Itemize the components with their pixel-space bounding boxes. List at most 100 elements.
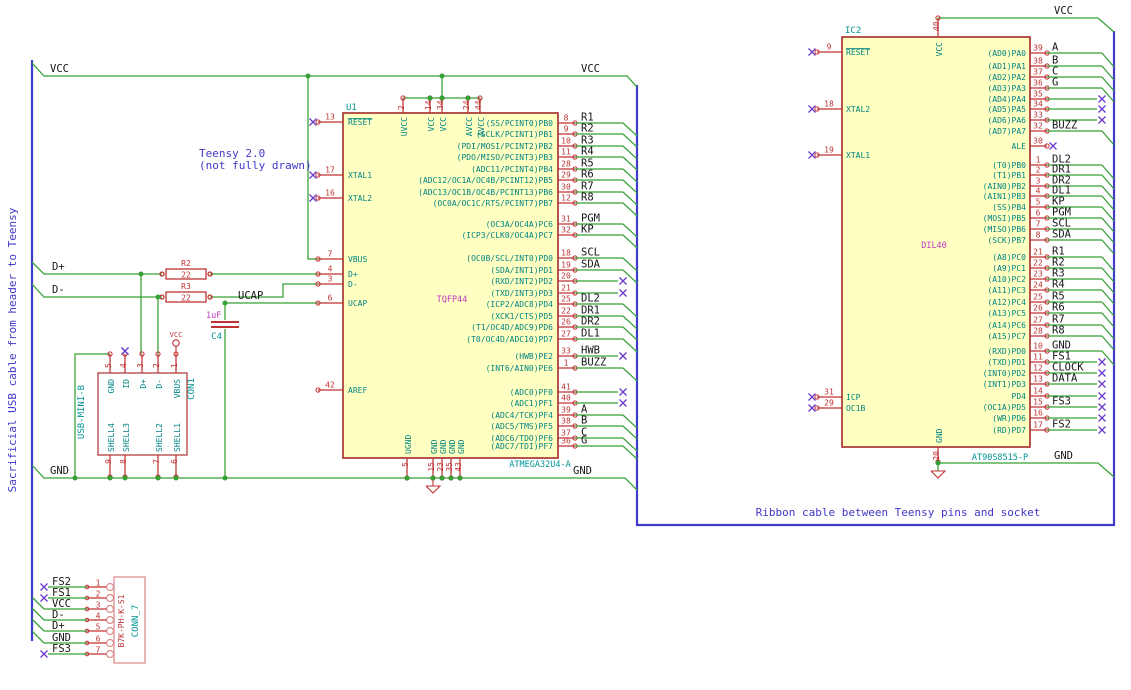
net-label: R6 <box>1052 302 1065 314</box>
pin-text: 26 <box>1033 304 1043 313</box>
pin-text: (A8)PC0 <box>992 253 1026 262</box>
pin-line <box>1101 278 1115 294</box>
u1-ref: U1 <box>346 103 357 113</box>
r3-value: 22 <box>181 294 191 303</box>
c4-value: 1uF <box>206 311 221 321</box>
pin-text: (A9)PC1 <box>992 264 1026 273</box>
pin-text: D- <box>155 379 164 389</box>
pin-text: (SCLK/PCINT1)PB1 <box>476 130 553 139</box>
con1-value: USB-MINI-B <box>77 385 87 439</box>
pin-line <box>622 122 638 137</box>
pin-text: (INT0)PD2 <box>983 369 1027 378</box>
r2-value: 22 <box>181 271 191 280</box>
conn7-ref: CONN_7 <box>131 605 141 638</box>
net-label: D+ <box>52 620 65 632</box>
pin-text: VCC <box>439 117 448 132</box>
pin-text: 19 <box>824 146 834 155</box>
pin-text: D+ <box>139 379 148 389</box>
pin-text: UCAP <box>348 299 367 308</box>
pin-text: 22 <box>561 307 571 316</box>
ic2-vcc-wire <box>938 17 1115 33</box>
pin-line <box>622 234 638 249</box>
pin-text: VBUS <box>173 379 182 398</box>
pin-text: 17 <box>1033 421 1043 430</box>
pin-text: (AD4)PA4 <box>987 95 1026 104</box>
net-label: D+ <box>52 261 65 273</box>
pin-text: (A15)PC7 <box>987 332 1026 341</box>
pin-text: 4 <box>119 363 128 368</box>
pin-line <box>1101 130 1115 146</box>
pin-text: PD4 <box>1012 392 1027 401</box>
pin-text: 11 <box>1033 353 1043 362</box>
connector-pad <box>105 582 115 592</box>
pin-text: 25 <box>561 295 571 304</box>
capacitor-c4[interactable] <box>211 321 239 328</box>
pin-text: 36 <box>1033 79 1043 88</box>
pin-text: 16 <box>1033 409 1043 418</box>
pin-text: SHELL3 <box>122 423 131 452</box>
pin-text: (ADC1)PF1 <box>510 399 554 408</box>
net-label: R8 <box>1052 325 1065 337</box>
net-label: DL2 <box>581 293 600 305</box>
pin-text: 34 <box>436 100 445 110</box>
pin-text: 13 <box>1033 375 1043 384</box>
pin-text: 2 <box>96 590 101 599</box>
pin-text: 5 <box>1036 198 1041 207</box>
pin-line <box>622 191 638 206</box>
pin-text: 3 <box>328 275 333 284</box>
no-connect-icon <box>1098 105 1106 113</box>
pin-text: 33 <box>561 347 571 356</box>
pin-text: 27 <box>561 330 571 339</box>
pin-text: 3 <box>96 601 101 610</box>
no-connect-icon <box>1098 116 1106 124</box>
note-teensy-line2: (not fully drawn) <box>199 159 312 172</box>
pin-text: UGND <box>404 435 413 454</box>
pin-line <box>622 445 638 460</box>
pin-text: (PDI/MOSI/PCINT2)PB2 <box>457 142 554 151</box>
pin-line <box>622 367 638 382</box>
pin-line <box>1101 301 1115 317</box>
pin-text: VCC <box>427 117 436 132</box>
pin-text: (T0/OC4D/ADC10)PD7 <box>466 335 553 344</box>
pin-text: (RD)PD7 <box>992 426 1026 435</box>
pin-text: 8 <box>1036 231 1041 240</box>
net-label: GND <box>1054 450 1073 462</box>
net-label: R4 <box>581 146 594 158</box>
pin-text: 28 <box>1033 327 1043 336</box>
pin-text: (RXD)PD0 <box>987 347 1026 356</box>
schematic-canvas[interactable]: U1 TQFP44 ATMEGA32U4-A IC2 DIL40 AT90S85… <box>0 0 1131 690</box>
pin-text: (ADC12/OC1A/OC4B/PCINT12)PB5 <box>418 176 553 185</box>
net-label: BUZZ <box>1052 120 1077 132</box>
pin-text: (INT1)PD3 <box>983 380 1027 389</box>
pin-text: 33 <box>1033 111 1043 120</box>
pin-line <box>622 269 638 284</box>
pin-text: (ADC4/TCK)PF4 <box>490 411 553 420</box>
pin-text: (AD7)PA7 <box>987 127 1026 136</box>
net-label: A <box>1052 42 1059 54</box>
ic2-value: DIL40 <box>921 241 947 251</box>
pin-line <box>1101 228 1115 244</box>
pin-text: 25 <box>1033 293 1043 302</box>
pin-line <box>622 202 638 217</box>
note-ribbon: Ribbon cable between Teensy pins and soc… <box>756 506 1041 519</box>
pin-line <box>622 326 638 341</box>
pin-text: 10 <box>1033 342 1043 351</box>
pin-text: (AIN1)PB3 <box>983 192 1027 201</box>
pin-text: 24 <box>1033 281 1043 290</box>
pin-text: SHELL2 <box>155 423 164 452</box>
pin-text: (MOSI)PB5 <box>983 214 1027 223</box>
pin-line <box>622 414 638 429</box>
pin-line <box>1101 324 1115 340</box>
connector-pad <box>105 593 115 603</box>
pin-text: (SS)PB4 <box>992 203 1026 212</box>
vcc-symbol-label: VCC <box>170 331 183 339</box>
no-connect-icon <box>40 650 48 658</box>
pin-text: OC1B <box>846 404 865 413</box>
pin-line <box>622 257 638 272</box>
ic2-part: AT90S8515-P <box>972 453 1028 463</box>
pin-text: 34 <box>1033 100 1043 109</box>
pin-text: 42 <box>325 381 335 390</box>
pin-text: 6 <box>170 459 179 464</box>
pin-line <box>1101 65 1115 81</box>
conn7-value: B7K-PH-K-S1 <box>117 594 126 647</box>
